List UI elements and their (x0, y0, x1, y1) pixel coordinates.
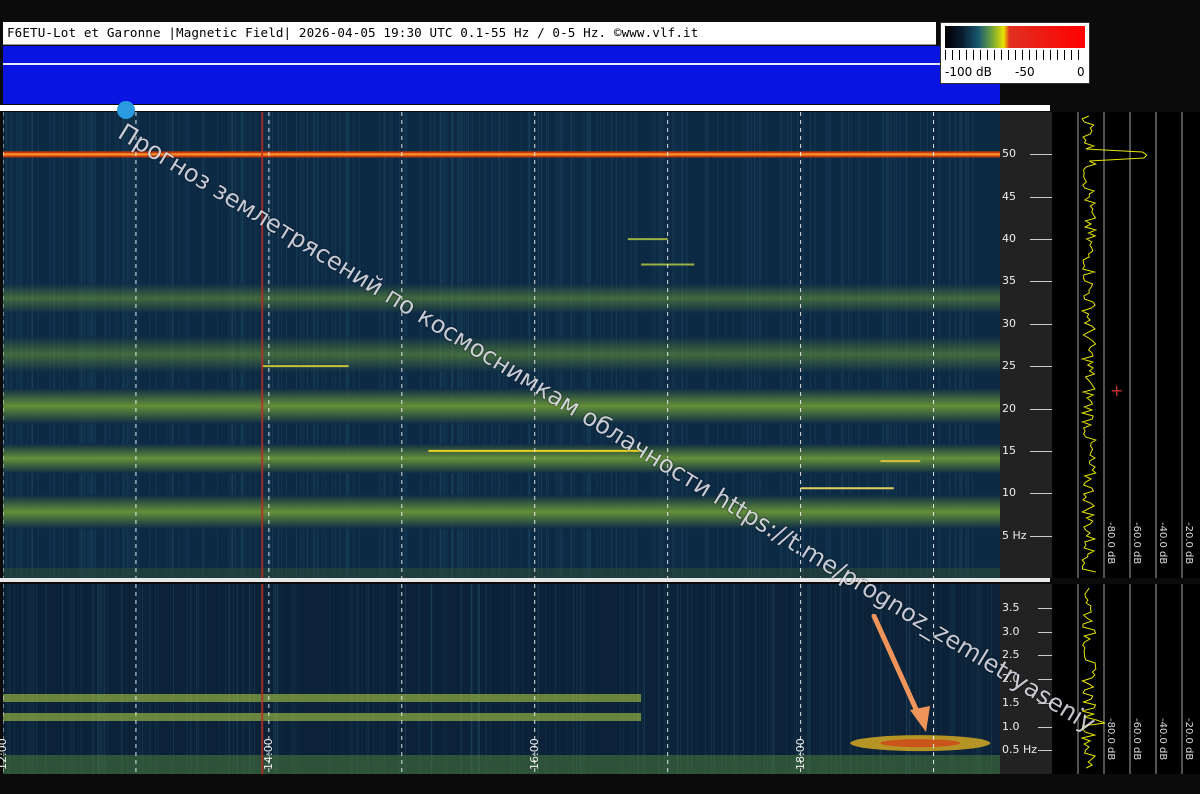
spectrum-profile-low: -80.0 dB -60.0 dB -40.0 dB -20.0 dB (1052, 584, 1200, 774)
x-tick-label: 18:00 (793, 738, 807, 770)
low-band (3, 713, 642, 721)
y-tick-mark (1038, 726, 1052, 728)
y-tick-label: 5 Hz (1002, 528, 1027, 542)
y-tick-mark (1038, 631, 1052, 633)
activity-line (3, 63, 943, 65)
title-bar: F6ETU-Lot et Garonne |Magnetic Field| 20… (3, 22, 936, 45)
y-tick-label: 1.5 (1002, 695, 1020, 709)
low-floor-band (3, 755, 1000, 774)
y-tick-label: 0.5 Hz (1002, 743, 1038, 757)
resonance-band (3, 494, 1000, 529)
x-tick-label: 14:00 (261, 738, 275, 770)
x-tick-label: 12:00 (0, 738, 9, 770)
spectrogram-low (3, 584, 1000, 774)
resonance-band (3, 283, 1000, 314)
y-tick-mark (1030, 366, 1052, 368)
y-tick-label: 50 (1002, 147, 1016, 161)
color-scale-ticks (945, 50, 1085, 60)
low-band (3, 694, 642, 702)
chart-title: F6ETU-Lot et Garonne |Magnetic Field| 20… (7, 25, 699, 40)
telegram-icon (117, 101, 135, 119)
y-tick-mark (1038, 607, 1052, 609)
y-tick-mark (1030, 239, 1052, 241)
y-tick-label: 30 (1002, 316, 1016, 330)
y-tick-mark (1030, 281, 1052, 283)
y-tick-mark (1030, 493, 1052, 495)
spectrum-trace (1080, 587, 1106, 769)
y-tick-label: 10 (1002, 486, 1016, 500)
orange-arrow-icon (871, 614, 930, 732)
spectrum-profile-main: -80.0 dB -60.0 dB -40.0 dB -20.0 dB + (1052, 112, 1200, 578)
db-label: -40.0 dB (1157, 718, 1168, 760)
y-tick-label: 45 (1002, 189, 1016, 203)
spectrogram-frame: F6ETU-Lot et Garonne |Magnetic Field| 20… (0, 0, 1200, 794)
y-tick-mark (1038, 750, 1052, 752)
db-label: -20.0 dB (1183, 522, 1194, 564)
y-tick-label: 3.5 (1002, 600, 1020, 614)
y-tick-label: 35 (1002, 274, 1016, 288)
resonance-band (3, 388, 1000, 425)
color-scale-legend: -100 dB -50 0 (940, 22, 1090, 84)
y-tick-mark (1030, 535, 1052, 537)
y-tick-mark (1038, 655, 1052, 657)
scale-label-max: 0 (1077, 65, 1085, 79)
scale-label-mid: -50 (1015, 65, 1035, 79)
y-tick-mark (1030, 196, 1052, 198)
y-tick-mark (1030, 450, 1052, 452)
db-label: -60.0 dB (1131, 522, 1142, 564)
y-tick-label: 15 (1002, 443, 1016, 457)
db-label: -20.0 dB (1183, 718, 1194, 760)
y-tick-mark (1030, 154, 1052, 156)
divider-middle (0, 578, 1050, 582)
x-tick-label: 16:00 (527, 738, 541, 770)
scale-label-min: -100 dB (945, 65, 992, 79)
divider-top (0, 105, 1050, 111)
db-label: -40.0 dB (1157, 522, 1168, 564)
spectrogram-main (3, 112, 1000, 578)
y-tick-label: 25 (1002, 359, 1016, 373)
y-tick-label: 20 (1002, 401, 1016, 415)
db-label: -60.0 dB (1131, 718, 1142, 760)
time-activity-bar (3, 46, 1000, 104)
y-tick-label: 1.0 (1002, 719, 1020, 733)
y-tick-label: 40 (1002, 232, 1016, 246)
spectrum-trace (1080, 115, 1148, 573)
y-axis-main: 50 45 40 35 30 25 20 15 10 5 Hz (1000, 112, 1052, 578)
db-label: -80.0 dB (1105, 718, 1116, 760)
color-scale-gradient (945, 26, 1085, 48)
db-label: -80.0 dB (1105, 522, 1116, 564)
y-tick-label: 3.0 (1002, 624, 1020, 638)
resonance-band (3, 443, 1000, 474)
marker-plus-red: + (1110, 381, 1123, 400)
y-tick-mark (1030, 408, 1052, 410)
y-tick-mark (1030, 323, 1052, 325)
